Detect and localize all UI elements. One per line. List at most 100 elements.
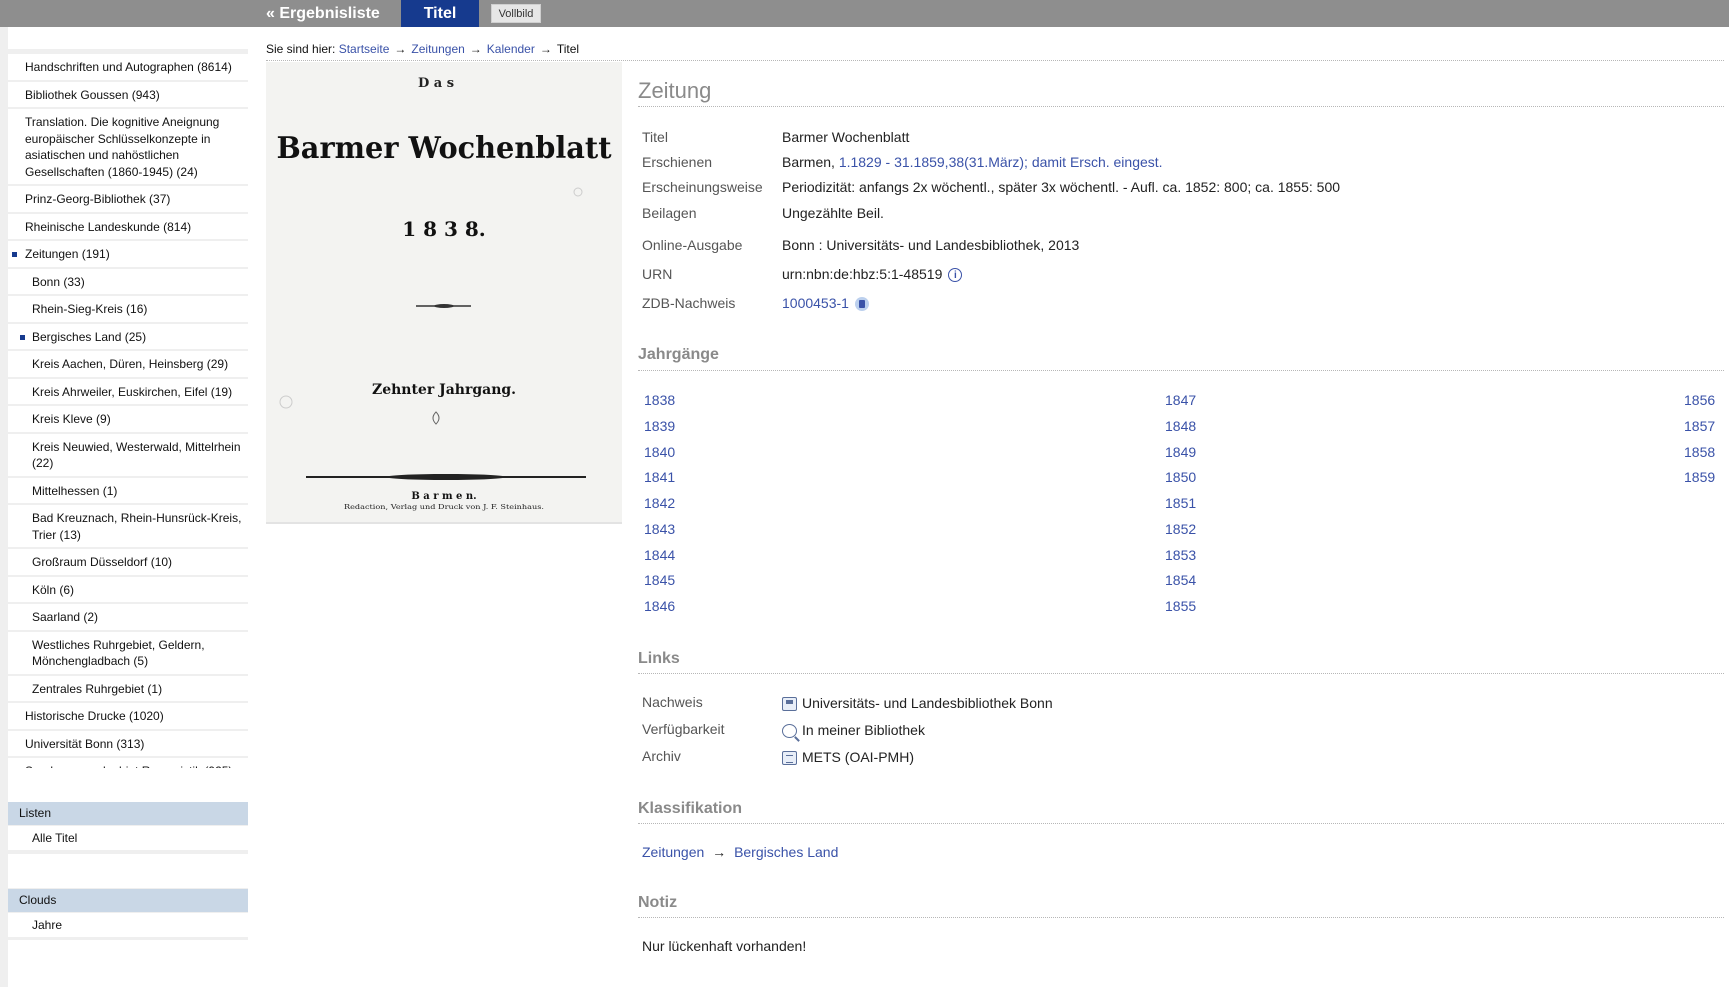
- sidebar-item-zeitungen[interactable]: Zeitungen (191): [8, 241, 248, 269]
- nachweis-link[interactable]: Universitäts- und Landesbibliothek Bonn: [782, 695, 1053, 712]
- sidebar-item-label: Historische Drucke (1020): [25, 709, 164, 723]
- year-link-1839[interactable]: 1839: [644, 418, 675, 434]
- sidebar-item-label: Kreis Ahrweiler, Euskirchen, Eifel (19): [32, 384, 233, 399]
- klassifikation-zeitungen[interactable]: Zeitungen: [642, 844, 704, 860]
- breadcrumb-kalender[interactable]: Kalender: [487, 42, 535, 56]
- section-divider: [638, 370, 1724, 371]
- sidebar-item-saarland[interactable]: Saarland (2): [8, 604, 248, 632]
- links-heading: Links: [638, 650, 680, 667]
- record-heading: Zeitung: [638, 78, 712, 103]
- year-link-1847[interactable]: 1847: [1165, 392, 1196, 408]
- sidebar-item-alle-titel[interactable]: Alle Titel: [8, 826, 248, 850]
- sidebar-item-ahrweiler[interactable]: Kreis Ahrweiler, Euskirchen, Eifel (19): [8, 378, 248, 406]
- result-list-tab[interactable]: « Ergebnisliste: [266, 0, 380, 27]
- year-link-1846[interactable]: 1846: [644, 598, 675, 614]
- sidebar-item-handschriften[interactable]: Handschriften und Autographen (8614): [8, 54, 248, 82]
- info-icon[interactable]: i: [948, 268, 963, 283]
- breadcrumb-zeitungen[interactable]: Zeitungen: [411, 42, 464, 56]
- sidebar-item-label: Translation. Die kognitive Aneignung eur…: [25, 115, 220, 179]
- sidebar-item-translation[interactable]: Translation. Die kognitive Aneignung eur…: [8, 109, 248, 186]
- verfuegbarkeit-link[interactable]: In meiner Bibliothek: [782, 722, 925, 739]
- sidebar-item-prinz-georg[interactable]: Prinz-Georg-Bibliothek (37): [8, 186, 248, 214]
- archiv-label: Archiv: [642, 748, 681, 764]
- sidebar-item-aachen[interactable]: Kreis Aachen, Düren, Heinsberg (29): [8, 351, 248, 379]
- top-navigation-bar: « Ergebnisliste Titel Vollbild: [0, 0, 1729, 27]
- year-link-1851[interactable]: 1851: [1165, 495, 1196, 511]
- sidebar-item-label: Bad Kreuznach, Rhein-Hunsrück-Kreis, Tri…: [32, 511, 242, 542]
- sidebar-collection-list: Handschriften und Autographen (8614) Bib…: [8, 54, 248, 786]
- sidebar-item-label: Zentrales Ruhrgebiet (1): [32, 681, 163, 696]
- cover-das: D a s: [418, 76, 454, 91]
- year-link-1845[interactable]: 1845: [644, 572, 675, 588]
- zdb-link[interactable]: 1000453-1: [782, 295, 849, 311]
- year-link-1857[interactable]: 1857: [1684, 418, 1715, 434]
- year-link-1848[interactable]: 1848: [1165, 418, 1196, 434]
- year-link-1850[interactable]: 1850: [1165, 469, 1196, 485]
- year-link-1843[interactable]: 1843: [644, 521, 675, 537]
- year-link-1853[interactable]: 1853: [1165, 547, 1196, 563]
- arrow-right-icon: →: [394, 42, 407, 56]
- sidebar-item-rhein-sieg[interactable]: Rhein-Sieg-Kreis (16): [8, 296, 248, 324]
- year-link-1856[interactable]: 1856: [1684, 392, 1715, 408]
- erschienen-place: Barmen,: [782, 154, 835, 170]
- sidebar-item-historische-drucke[interactable]: Historische Drucke (1020): [8, 703, 248, 731]
- cover-title: Barmer Wochenblatt: [277, 131, 612, 166]
- year-link-1842[interactable]: 1842: [644, 495, 675, 511]
- sidebar-item-jahre[interactable]: Jahre: [8, 913, 248, 937]
- erschienen-value: Barmen, 1.1829 - 31.1859,38(31.März); da…: [782, 154, 1163, 170]
- verfuegbarkeit-label: Verfügbarkeit: [642, 721, 725, 737]
- erschienen-link[interactable]: 1.1829 - 31.1859,38(31.März); damit Ersc…: [839, 154, 1163, 170]
- year-link-1855[interactable]: 1855: [1165, 598, 1196, 614]
- sidebar-item-rheinische-landeskunde[interactable]: Rheinische Landeskunde (814): [8, 213, 248, 241]
- fullview-button[interactable]: Vollbild: [491, 4, 541, 23]
- sidebar-item-westliches-ruhrgebiet[interactable]: Westliches Ruhrgebiet, Geldern, Möncheng…: [8, 631, 248, 676]
- zdb-value: 1000453-1: [782, 295, 869, 312]
- sidebar-item-label: Westliches Ruhrgebiet, Geldern, Möncheng…: [32, 637, 205, 669]
- sidebar-item-label: Zeitungen (191): [25, 247, 110, 261]
- breadcrumb-prefix: Sie sind hier:: [266, 42, 336, 56]
- sidebar-item-bergisches-land[interactable]: Bergisches Land (25): [8, 323, 248, 351]
- sidebar-item-mittelhessen[interactable]: Mittelhessen (1): [8, 477, 248, 505]
- year-link-1841[interactable]: 1841: [644, 469, 675, 485]
- sidebar-item-duesseldorf[interactable]: Großraum Düsseldorf (10): [8, 549, 248, 577]
- title-tab[interactable]: Titel: [401, 0, 479, 27]
- arrow-right-icon: →: [469, 42, 482, 56]
- sidebar-item-bonn[interactable]: Bonn (33): [8, 268, 248, 296]
- year-link-1849[interactable]: 1849: [1165, 444, 1196, 460]
- year-link-1852[interactable]: 1852: [1165, 521, 1196, 537]
- year-link-1840[interactable]: 1840: [644, 444, 675, 460]
- breadcrumb: Sie sind hier: Startseite → Zeitungen → Kale…: [266, 42, 579, 56]
- titel-value: Barmer Wochenblatt: [782, 129, 910, 145]
- archiv-link[interactable]: METS (OAI-PMH): [782, 749, 914, 766]
- sidebar-spacer: [8, 768, 248, 802]
- sidebar-item-label: Kreis Kleve (9): [32, 412, 111, 426]
- breadcrumb-divider: [266, 60, 1724, 61]
- sidebar-item-zentrales-ruhrgebiet[interactable]: Zentrales Ruhrgebiet (1): [8, 675, 248, 703]
- klassifikation-bergisches-land[interactable]: Bergisches Land: [734, 844, 838, 860]
- year-link-1844[interactable]: 1844: [644, 547, 675, 563]
- erschienen-label: Erschienen: [642, 154, 713, 170]
- title-page-image[interactable]: D a s Barmer Wochenblatt 1 8 3 8. Zehnte…: [266, 62, 622, 524]
- nachweis-label: Nachweis: [642, 694, 703, 710]
- year-link-1838[interactable]: 1838: [644, 392, 675, 408]
- sidebar-item-koeln[interactable]: Köln (6): [8, 576, 248, 604]
- sidebar-item-universitaet-bonn[interactable]: Universität Bonn (313): [8, 730, 248, 758]
- section-divider: [638, 823, 1724, 824]
- sidebar-item-bad-kreuznach[interactable]: Bad Kreuznach, Rhein-Hunsrück-Kreis, Tri…: [8, 505, 248, 549]
- sidebar-item-label: Handschriften und Autographen (8614): [25, 60, 232, 74]
- sidebar-item-label: Rheinische Landeskunde (814): [25, 219, 192, 234]
- zdb-icon[interactable]: [854, 297, 869, 312]
- year-link-1859[interactable]: 1859: [1684, 469, 1715, 485]
- klassifikation-heading: Klassifikation: [638, 800, 743, 817]
- cover-jahrgang: Zehnter Jahrgang.: [372, 382, 516, 398]
- year-link-1854[interactable]: 1854: [1165, 572, 1196, 588]
- sidebar-item-neuwied[interactable]: Kreis Neuwied, Westerwald, Mittelrhein (…: [8, 433, 248, 478]
- year-link-1858[interactable]: 1858: [1684, 444, 1715, 460]
- nachweis-text: Universitäts- und Landesbibliothek Bonn: [802, 695, 1053, 711]
- lists-section-header: Listen: [8, 802, 248, 825]
- klassifikation-path: Zeitungen → Bergisches Land: [642, 844, 838, 860]
- sidebar-item-goussen[interactable]: Bibliothek Goussen (943): [8, 81, 248, 109]
- sidebar-item-kleve[interactable]: Kreis Kleve (9): [8, 406, 248, 434]
- breadcrumb-startseite[interactable]: Startseite: [339, 42, 390, 56]
- active-bullet-icon: [20, 334, 25, 340]
